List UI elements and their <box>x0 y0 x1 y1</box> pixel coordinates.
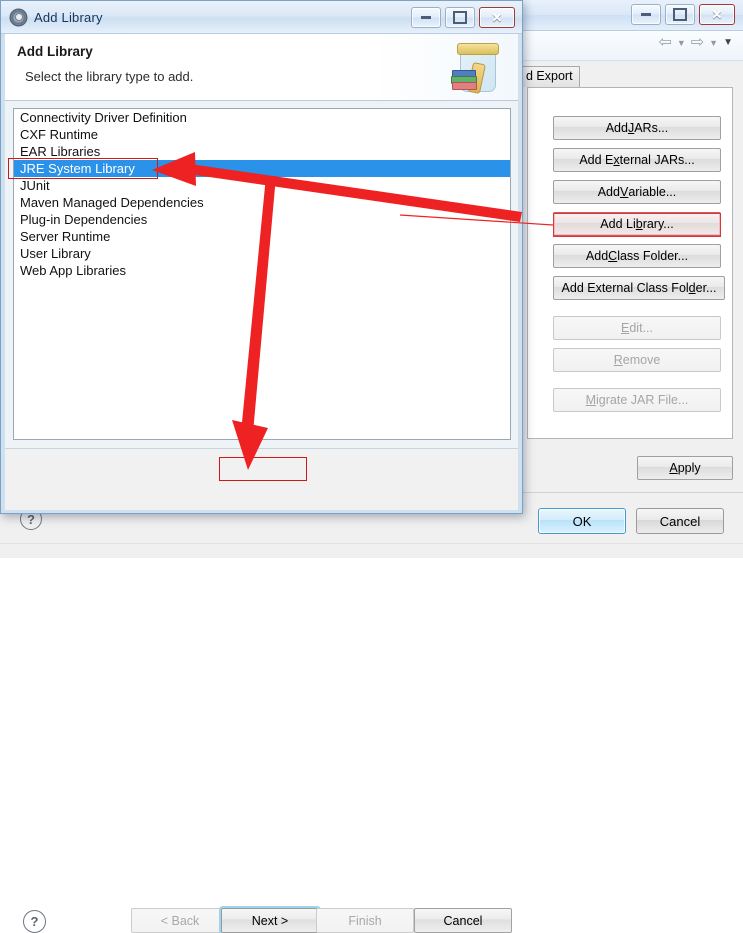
page-subtitle: Select the library type to add. <box>25 69 194 84</box>
btn-text-post: er... <box>695 281 717 295</box>
add-jars-button[interactable]: Add J ARs... <box>553 116 721 140</box>
list-item-jre-system-library[interactable]: JRE System Library <box>14 160 510 177</box>
btn-mnemonic: R <box>613 353 623 367</box>
maximize-icon <box>673 8 687 21</box>
dialog-minimize-button[interactable] <box>411 7 441 28</box>
forward-dropdown-caret-icon[interactable]: ▼ <box>709 38 718 48</box>
btn-text-pre: Add <box>597 185 620 199</box>
add-class-folder-button[interactable]: Add Class Folder... <box>553 244 721 268</box>
background-window-controls: ✕ <box>631 4 735 25</box>
btn-text-post: emove <box>622 353 661 367</box>
remove-button[interactable]: Remove <box>553 348 721 372</box>
page-title: Add Library <box>17 44 93 59</box>
background-nav-controls: ⇦ ▼ ⇨ ▼ ▼ <box>658 35 733 51</box>
edit-button[interactable]: Edit... <box>553 316 721 340</box>
close-icon: ✕ <box>491 10 503 25</box>
list-item[interactable]: CXF Runtime <box>14 126 510 143</box>
btn-text-pre: Add Li <box>600 217 636 231</box>
library-type-list[interactable]: Connectivity Driver Definition CXF Runti… <box>13 108 511 440</box>
next-button[interactable]: Next > <box>221 908 319 933</box>
migrate-jar-file-button[interactable]: Migrate JAR File... <box>553 388 721 412</box>
restore-icon <box>453 11 467 24</box>
background-close-button[interactable]: ✕ <box>699 4 735 25</box>
add-external-jars-button[interactable]: Add Ex ternal JARs... <box>553 148 721 172</box>
background-maximize-button[interactable] <box>665 4 695 25</box>
background-bottom-strip <box>0 543 743 558</box>
back-button[interactable]: < Back <box>131 908 229 933</box>
gear-icon <box>10 9 27 26</box>
background-separator <box>519 492 743 493</box>
btn-text-post: ariable... <box>628 185 677 199</box>
ok-button[interactable]: OK <box>538 508 626 534</box>
add-external-class-folder-button[interactable]: Add External Class Fol d er... <box>553 276 725 300</box>
toolbar-menu-caret-icon[interactable]: ▼ <box>723 38 733 48</box>
list-item[interactable]: Plug-in Dependencies <box>14 211 510 228</box>
btn-mnemonic: C <box>608 249 618 263</box>
btn-mnemonic: b <box>635 217 643 231</box>
dialog-restore-button[interactable] <box>445 7 475 28</box>
library-jar-icon <box>446 38 504 96</box>
btn-text-post: ternal JARs... <box>619 153 695 167</box>
background-cancel-button[interactable]: Cancel <box>636 508 724 534</box>
close-icon: ✕ <box>711 7 723 22</box>
btn-text-post: dit... <box>629 321 653 335</box>
list-item[interactable]: Web App Libraries <box>14 262 510 279</box>
finish-button[interactable]: Finish <box>316 908 414 933</box>
minimize-icon <box>641 13 651 16</box>
dialog-title: Add Library <box>34 9 103 25</box>
dialog-header: Add Library Select the library type to a… <box>5 34 518 101</box>
btn-text-post: rary... <box>642 217 674 231</box>
btn-mnemonic: A <box>669 461 678 475</box>
dialog-window-controls: ✕ <box>411 7 515 28</box>
btn-text-post: igrate JAR File... <box>596 393 689 407</box>
btn-mnemonic: E <box>621 321 630 335</box>
btn-mnemonic: d <box>688 281 696 295</box>
dialog-titlebar[interactable]: Add Library ✕ <box>1 1 522 34</box>
btn-text-post: pply <box>677 461 701 475</box>
back-dropdown-caret-icon[interactable]: ▼ <box>677 38 686 48</box>
apply-button[interactable]: Apply <box>637 456 733 480</box>
btn-mnemonic: V <box>619 185 629 199</box>
btn-mnemonic: M <box>585 393 597 407</box>
btn-text-post: lass Folder... <box>617 249 689 263</box>
btn-text-pre: Add E <box>579 153 614 167</box>
background-minimize-button[interactable] <box>631 4 661 25</box>
add-library-button[interactable]: Add Li b rary... <box>553 212 721 236</box>
btn-text-pre: Add <box>605 121 628 135</box>
forward-arrow-icon[interactable]: ⇨ <box>691 35 704 51</box>
btn-text-pre: Add External Class Fol <box>561 281 689 295</box>
list-item[interactable]: Server Runtime <box>14 228 510 245</box>
dialog-close-button[interactable]: ✕ <box>479 7 515 28</box>
btn-text-post: ARs... <box>634 121 669 135</box>
dialog-footer: ? < Back Next > Finish Cancel <box>5 449 518 933</box>
list-item[interactable]: JUnit <box>14 177 510 194</box>
list-item[interactable]: EAR Libraries <box>14 143 510 160</box>
btn-text-pre: Add <box>585 249 609 263</box>
minimize-icon <box>421 16 431 19</box>
back-arrow-icon[interactable]: ⇦ <box>658 35 671 51</box>
add-variable-button[interactable]: Add Variable... <box>553 180 721 204</box>
list-item[interactable]: Maven Managed Dependencies <box>14 194 510 211</box>
list-item[interactable]: User Library <box>14 245 510 262</box>
classpath-button-column: Add J ARs... Add Ex ternal JARs... Add Var… <box>553 116 725 420</box>
add-library-dialog: Add Library ✕ Add Library Select the lib… <box>0 0 523 933</box>
cancel-button[interactable]: Cancel <box>414 908 512 933</box>
tab-order-and-export[interactable]: d Export <box>519 66 580 87</box>
dialog-help-icon[interactable]: ? <box>23 910 46 933</box>
list-item[interactable]: Connectivity Driver Definition <box>14 109 510 126</box>
